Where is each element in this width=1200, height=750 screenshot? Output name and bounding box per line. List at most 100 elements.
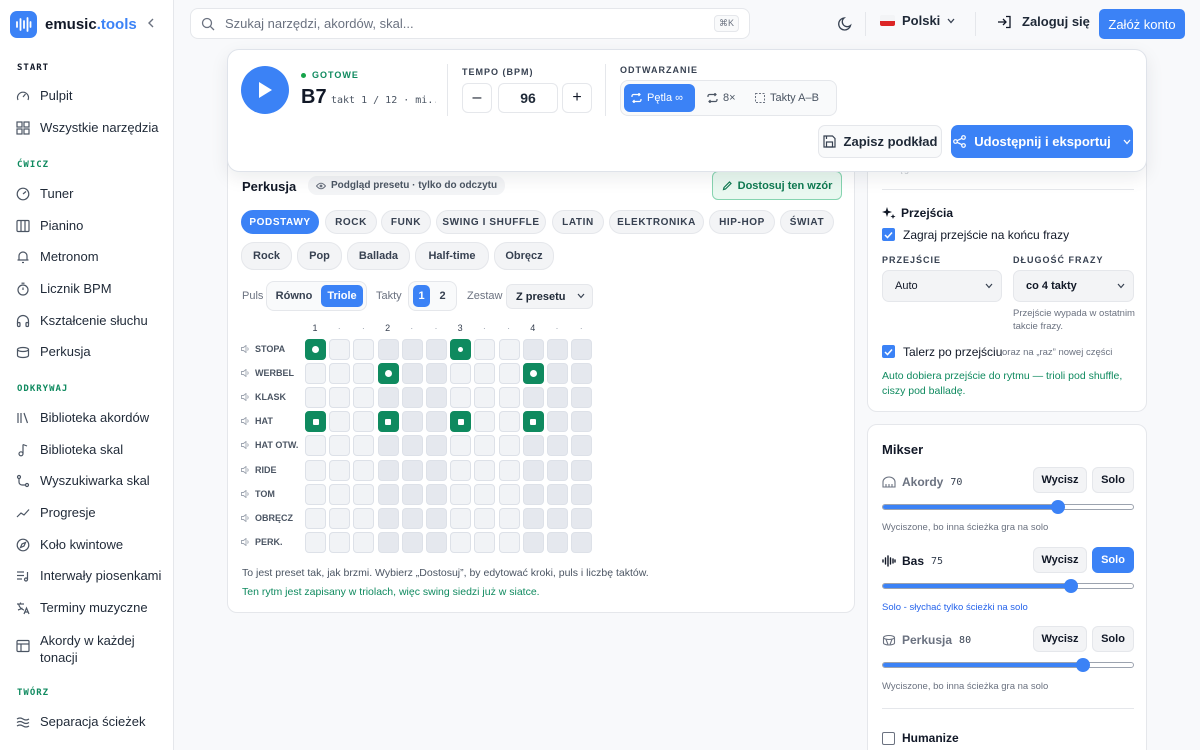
fill-checkbox[interactable] [882, 228, 895, 241]
step-cell[interactable] [329, 387, 351, 409]
sidebar-item-terminy-muzyczne[interactable]: Terminy muzyczne [16, 600, 166, 615]
step-cell[interactable] [571, 435, 593, 457]
customize-pattern-button[interactable]: Dostosuj ten wzór [712, 171, 842, 200]
sidebar-item-progresje[interactable]: Progresje [16, 505, 166, 520]
step-cell[interactable] [498, 339, 520, 360]
tempo-input[interactable]: 96 [498, 83, 558, 113]
step-cell[interactable] [547, 363, 568, 385]
step-cell[interactable] [353, 363, 375, 385]
step-cell[interactable] [474, 483, 496, 505]
genre-chip-swing[interactable]: SWING I SHUFFLE [436, 210, 546, 234]
sidebar-item-ksztalcenie-sluchu[interactable]: Kształcenie słuchu [16, 313, 166, 328]
step-cell[interactable] [498, 363, 520, 385]
step-cell[interactable] [377, 507, 399, 529]
step-cell[interactable] [522, 339, 544, 360]
step-cell[interactable] [353, 507, 375, 529]
step-cell[interactable] [522, 435, 544, 457]
volume-slider-akordy[interactable] [882, 500, 1134, 514]
sidebar-item-perkusja[interactable]: Perkusja [16, 344, 166, 359]
step-cell[interactable] [450, 387, 472, 409]
step-cell[interactable] [401, 531, 423, 553]
step-cell[interactable] [474, 387, 496, 409]
step-cell[interactable] [353, 483, 375, 505]
solo-akordy-button[interactable]: Solo [1092, 467, 1134, 493]
step-cell[interactable] [547, 483, 568, 505]
sidebar-item-pianino[interactable]: Pianino [16, 218, 166, 233]
login-button[interactable]: Zaloguj się [997, 14, 1090, 29]
language-select[interactable]: Polski [880, 13, 955, 28]
volume-slider-perkusja[interactable] [882, 658, 1134, 672]
collapse-sidebar-icon[interactable] [144, 16, 158, 30]
step-cell[interactable] [474, 411, 496, 433]
share-export-button[interactable]: Udostępnij i eksportuj [951, 125, 1133, 158]
tempo-increase-button[interactable]: + [562, 83, 592, 113]
step-cell[interactable] [426, 411, 447, 433]
pulse-rowno[interactable]: Równo [272, 285, 316, 307]
step-cell[interactable] [450, 507, 472, 529]
step-cell[interactable] [329, 435, 351, 457]
step-cell[interactable] [401, 339, 423, 360]
sidebar-item-pulpit[interactable]: Pulpit [16, 88, 166, 103]
phrase-length-select[interactable]: co 4 takty [1013, 270, 1134, 302]
instrument-label[interactable]: STOPA [241, 344, 285, 354]
step-cell[interactable] [305, 507, 326, 529]
step-cell[interactable] [377, 531, 399, 553]
signup-button[interactable]: Załóż konto [1099, 9, 1185, 39]
step-cell[interactable] [571, 507, 593, 529]
step-cell[interactable] [426, 531, 447, 553]
preset-half-time[interactable]: Half-time [415, 242, 489, 270]
kit-select[interactable]: Z presetu [506, 284, 593, 309]
step-cell[interactable] [571, 483, 593, 505]
step-cell[interactable] [547, 435, 568, 457]
step-cell[interactable] [474, 363, 496, 385]
instrument-label[interactable]: WERBEL [241, 368, 294, 378]
step-cell[interactable] [571, 531, 593, 553]
step-cell[interactable] [450, 339, 472, 360]
step-cell[interactable] [522, 483, 544, 505]
repeat-count-button[interactable]: 8× [700, 84, 743, 112]
step-cell[interactable] [305, 435, 326, 457]
humanize-checkbox[interactable] [882, 732, 895, 745]
step-cell[interactable] [401, 483, 423, 505]
step-cell[interactable] [377, 435, 399, 457]
step-cell[interactable] [498, 507, 520, 529]
step-cell[interactable] [329, 459, 351, 481]
step-cell[interactable] [353, 411, 375, 433]
sidebar-item-metronom[interactable]: Metronom [16, 249, 166, 264]
step-cell[interactable] [401, 411, 423, 433]
mute-akordy-button[interactable]: Wycisz [1033, 467, 1087, 493]
solo-perkusja-button[interactable]: Solo [1092, 626, 1134, 652]
search-input[interactable]: Szukaj narzędzi, akordów, skal... ⌘K [190, 8, 750, 39]
step-cell[interactable] [571, 459, 593, 481]
step-cell[interactable] [377, 363, 399, 385]
step-cell[interactable] [377, 387, 399, 409]
step-cell[interactable] [377, 459, 399, 481]
step-cell[interactable] [329, 363, 351, 385]
mute-bas-button[interactable]: Wycisz [1033, 547, 1087, 573]
step-cell[interactable] [450, 435, 472, 457]
step-cell[interactable] [329, 411, 351, 433]
instrument-label[interactable]: KLASK [241, 392, 286, 402]
step-cell[interactable] [474, 507, 496, 529]
step-cell[interactable] [522, 387, 544, 409]
sidebar-item-wszystkie-narzedzia[interactable]: Wszystkie narzędzia [16, 120, 166, 135]
step-cell[interactable] [474, 459, 496, 481]
step-cell[interactable] [498, 459, 520, 481]
step-cell[interactable] [522, 411, 544, 433]
step-cell[interactable] [377, 483, 399, 505]
instrument-label[interactable]: RIDE [241, 465, 277, 475]
step-cell[interactable] [401, 507, 423, 529]
sidebar-item-separacja-sciezek[interactable]: Separacja ścieżek [16, 714, 166, 729]
sidebar-item-akordy-w-kazdej-tonacji[interactable]: Akordy w każdej tonacji [16, 632, 166, 666]
step-cell[interactable] [522, 363, 544, 385]
step-cell[interactable] [305, 531, 326, 553]
bars-2[interactable]: 2 [434, 285, 451, 307]
step-cell[interactable] [305, 483, 326, 505]
step-cell[interactable] [329, 531, 351, 553]
step-cell[interactable] [498, 531, 520, 553]
step-cell[interactable] [547, 459, 568, 481]
step-cell[interactable] [498, 483, 520, 505]
step-cell[interactable] [450, 459, 472, 481]
step-cell[interactable] [305, 339, 326, 360]
dark-mode-icon[interactable] [838, 16, 853, 31]
